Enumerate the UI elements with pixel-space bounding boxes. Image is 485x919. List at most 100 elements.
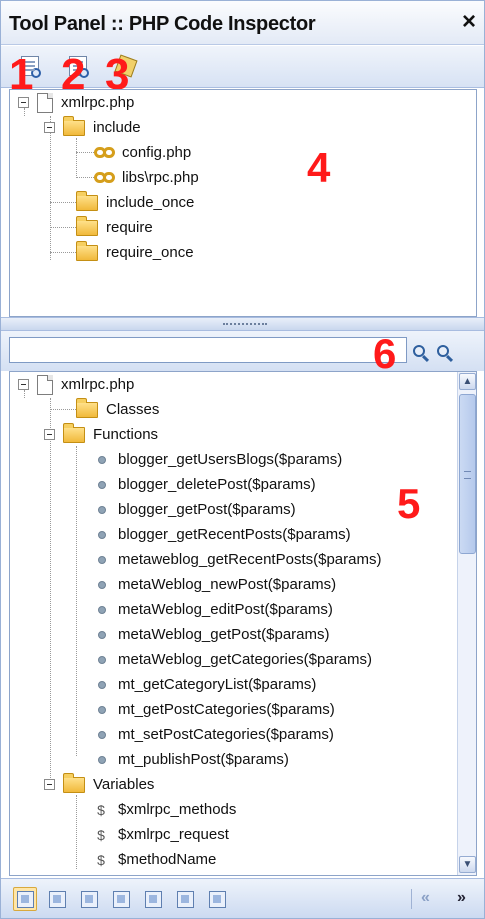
variable-item[interactable]: $ $xmlrpc_request <box>96 822 229 847</box>
tree-item-label: Classes <box>106 401 160 418</box>
function-item[interactable]: metaWeblog_getPost($params) <box>98 622 330 647</box>
function-item[interactable]: mt_getPostCategories($params) <box>98 697 335 722</box>
function-item[interactable]: blogger_getRecentPosts($params) <box>98 522 351 547</box>
function-icon <box>98 755 106 764</box>
panel-tab-icon <box>80 890 98 908</box>
function-item[interactable]: mt_setPostCategories($params) <box>98 722 334 747</box>
panel-tab-icon <box>208 890 226 908</box>
include-link-icon <box>94 172 116 183</box>
tree-item-include-once[interactable]: include_once <box>76 190 194 215</box>
function-item[interactable]: blogger_getPost($params) <box>98 497 296 522</box>
callout-6: 6 <box>373 330 397 377</box>
tree-item-label: Functions <box>93 426 159 443</box>
function-icon <box>98 655 106 664</box>
panel-tab-icon <box>144 890 162 908</box>
tree-item-config-php[interactable]: config.php <box>94 140 191 165</box>
collapse-icon[interactable] <box>18 97 29 108</box>
search-input[interactable] <box>9 337 407 363</box>
vertical-scrollbar[interactable]: ▲ ▼ <box>457 372 476 875</box>
variable-item[interactable]: $ $xmlrpc_methods <box>96 797 236 822</box>
separator <box>411 889 412 909</box>
includes-tree: xmlrpc.php include config.php libs\rpc.p… <box>9 89 477 317</box>
function-label: blogger_getUsersBlogs($params) <box>118 451 343 468</box>
function-item[interactable]: mt_publishPost($params) <box>98 747 289 772</box>
tree-item-libs-rpc-php[interactable]: libs\rpc.php <box>94 165 199 190</box>
function-label: blogger_getPost($params) <box>118 501 296 518</box>
tool-panel: Tool Panel :: PHP Code Inspector × 1 2 3… <box>0 0 485 919</box>
collapse-icon[interactable] <box>44 122 55 133</box>
advanced-search-icon <box>437 345 449 357</box>
collapse-icon[interactable] <box>44 779 55 790</box>
callout-4: 4 <box>307 144 331 191</box>
tree-item-label: xmlrpc.php <box>61 94 135 111</box>
code-inspector-tab[interactable] <box>13 887 37 911</box>
scroll-up-icon[interactable]: ▲ <box>459 373 476 390</box>
scroll-thumb[interactable] <box>459 394 476 554</box>
collapse-icon[interactable] <box>44 429 55 440</box>
function-label: blogger_deletePost($params) <box>118 476 316 493</box>
function-icon <box>98 705 106 714</box>
search-button[interactable] <box>407 340 431 362</box>
tree-item-variables[interactable]: Variables <box>44 772 154 797</box>
scroll-down-icon[interactable]: ▼ <box>459 856 476 873</box>
variable-label: $xmlrpc_request <box>118 826 229 843</box>
function-item[interactable]: blogger_deletePost($params) <box>98 472 316 497</box>
tree-item-root-file[interactable]: xmlrpc.php <box>18 372 134 397</box>
title-bar: Tool Panel :: PHP Code Inspector × <box>1 1 484 45</box>
variable-item[interactable]: $ $methodName <box>96 847 216 872</box>
function-item[interactable]: metaWeblog_newPost($params) <box>98 572 336 597</box>
tree-item-label: Variables <box>93 776 155 793</box>
function-item[interactable]: metaWeblog_editPost($params) <box>98 597 333 622</box>
function-item[interactable]: mt_getCategoryList($params) <box>98 672 316 697</box>
folder-icon <box>76 215 98 236</box>
function-label: mt_getCategoryList($params) <box>118 676 317 693</box>
panel-tabs-bar: « » <box>1 878 484 918</box>
advanced-search-button[interactable] <box>431 340 455 362</box>
function-item[interactable]: metaWeblog_getCategories($params) <box>98 647 372 672</box>
function-icon <box>98 580 106 589</box>
folder-icon <box>63 772 85 793</box>
tree-item-label: libs\rpc.php <box>122 169 199 186</box>
tree-item-include[interactable]: include <box>44 115 141 140</box>
panel-tab-icon <box>48 890 66 908</box>
panel-tab-4[interactable] <box>109 887 133 911</box>
folder-icon <box>76 397 98 418</box>
panel-tab-7[interactable] <box>205 887 229 911</box>
tree-item-functions[interactable]: Functions <box>44 422 158 447</box>
panel-title: Tool Panel :: PHP Code Inspector <box>9 13 316 35</box>
folder-icon <box>63 115 85 136</box>
tree-item-classes[interactable]: Classes <box>76 397 159 422</box>
php-file-icon <box>37 92 53 113</box>
search-bar <box>1 331 484 371</box>
folder-icon <box>76 190 98 211</box>
tree-item-require[interactable]: require <box>76 215 153 240</box>
folder-icon <box>63 422 85 443</box>
panel-tab-icon <box>176 890 194 908</box>
panel-tab-5[interactable] <box>141 887 165 911</box>
scroll-tabs-left-icon[interactable]: « <box>421 889 430 907</box>
function-label: metaWeblog_getPost($params) <box>118 626 330 643</box>
structure-tree: xmlrpc.php Classes Functions blogger_get… <box>9 371 477 876</box>
include-link-icon <box>94 147 116 158</box>
close-icon[interactable]: × <box>462 10 476 34</box>
function-icon <box>98 530 106 539</box>
tree-item-label: include_once <box>106 194 195 211</box>
variable-label: $methodName <box>118 851 217 868</box>
panel-tab-2[interactable] <box>45 887 69 911</box>
panel-tab-3[interactable] <box>77 887 101 911</box>
scroll-tabs-right-icon[interactable]: » <box>457 889 466 907</box>
function-label: mt_getPostCategories($params) <box>118 701 335 718</box>
function-icon <box>98 730 106 739</box>
splitter-handle[interactable] <box>1 317 484 331</box>
function-label: metaWeblog_newPost($params) <box>118 576 337 593</box>
function-icon <box>98 480 106 489</box>
function-item[interactable]: blogger_getUsersBlogs($params) <box>98 447 342 472</box>
tree-item-require-once[interactable]: require_once <box>76 240 194 265</box>
function-label: metaWeblog_getCategories($params) <box>118 651 373 668</box>
panel-tab-6[interactable] <box>173 887 197 911</box>
collapse-icon[interactable] <box>18 379 29 390</box>
php-file-icon <box>37 374 53 395</box>
tree-item-root-file[interactable]: xmlrpc.php <box>18 90 134 115</box>
panel-tab-icon <box>112 890 130 908</box>
function-item[interactable]: metaweblog_getRecentPosts($params) <box>98 547 381 572</box>
